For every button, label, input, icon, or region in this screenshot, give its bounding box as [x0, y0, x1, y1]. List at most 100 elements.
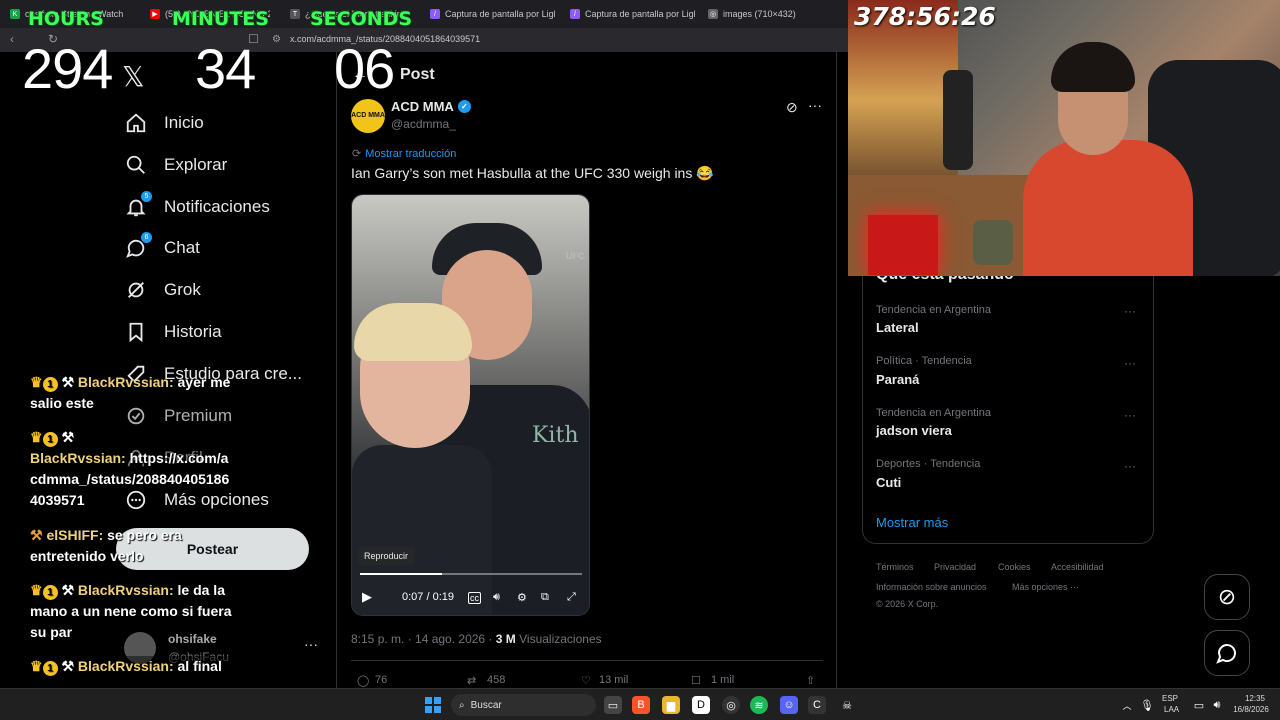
webcam-scene [1023, 140, 1193, 276]
folder-icon[interactable]: ▆ [662, 696, 680, 714]
video-player[interactable]: UFC Kith Reproducir ▶ 0:07 / 0:19 cc 🔊︎ … [351, 194, 590, 616]
footer-link[interactable]: Términos [876, 562, 914, 572]
search-icon [124, 153, 148, 177]
app-icon[interactable]: C [808, 696, 826, 714]
youtube-icon: ▶ [150, 9, 160, 19]
post-meta: 8:15 p. m. · 14 ago. 2026 · 3 M Visualiz… [351, 632, 602, 646]
trend-item[interactable]: jadson viera [876, 423, 952, 438]
discord-icon[interactable]: ☺ [780, 696, 798, 714]
fullscreen-icon[interactable]: ⤢ [567, 591, 576, 604]
like-icon[interactable]: ♡ [581, 674, 591, 687]
captions-icon[interactable]: cc [468, 592, 481, 604]
repost-count: 458 [487, 674, 506, 686]
replay-label[interactable]: Reproducir [358, 547, 415, 565]
footer-link[interactable]: Cookies [998, 562, 1031, 572]
search-icon: ⌕ [459, 699, 465, 711]
pip-icon[interactable]: ⧉ [541, 591, 549, 604]
sidebar-item-historia[interactable]: Historia [124, 317, 222, 347]
play-icon[interactable]: ▶ [362, 589, 372, 605]
more-dots-icon[interactable]: ··· [1124, 408, 1136, 422]
page-title: Post [400, 66, 435, 83]
messages-fab-button[interactable] [1204, 630, 1250, 676]
repost-icon[interactable]: ⇄ [467, 674, 476, 687]
bookmark-icon[interactable]: ☐ [691, 674, 701, 687]
more-dots-icon[interactable]: ··· [1124, 304, 1136, 318]
browser-tab[interactable]: ◎ images (710×432) [708, 4, 828, 24]
translate-link[interactable]: ⟳ Mostrar traducción [352, 147, 456, 161]
sidebar-item-grok[interactable]: Grok [124, 275, 201, 305]
clock-time[interactable]: 12:35 [1240, 694, 1270, 703]
sidebar-item-explorar[interactable]: Explorar [124, 150, 227, 180]
footer-link[interactable]: Accesibilidad [1051, 562, 1104, 572]
chat-message: ♛ 1 ⚒ BlackRvssian: le da la mano a un ne… [30, 580, 235, 643]
app-icon[interactable]: D [692, 696, 710, 714]
page-icon: T [290, 9, 300, 19]
address-bar[interactable]: ‹ ↻ ☐ ⚙ x.com/acdmma_/status/20884040518… [0, 28, 848, 52]
webcam-feed [848, 0, 1280, 276]
chevron-up-icon[interactable]: ︿ [1118, 696, 1136, 714]
keyboard-layout[interactable]: LAA [1164, 705, 1179, 714]
sidebar-item-chat[interactable]: 6 Chat [124, 232, 200, 263]
skull-icon[interactable]: ☠ [838, 696, 856, 714]
pickaxe-icon: ⚒ [61, 658, 75, 674]
reply-count: 76 [375, 674, 388, 686]
footer-link[interactable]: Más opciones ··· [1012, 582, 1079, 592]
chat-message: ⚒ elSHIFF: se pero era entretenido verlo [30, 525, 235, 567]
more-dots-icon[interactable]: ··· [1124, 459, 1136, 473]
steam-icon[interactable]: ◎ [722, 696, 740, 714]
footer-link[interactable]: Privacidad [934, 562, 976, 572]
back-icon[interactable]: ‹ [10, 32, 14, 46]
volume-icon[interactable]: 🔊︎ [1208, 696, 1226, 714]
spotify-icon[interactable]: ≋ [750, 696, 768, 714]
countdown-minutes-label: MINUTES [172, 8, 269, 30]
trend-item[interactable]: Cuti [876, 475, 901, 490]
display-icon[interactable]: ▭ [1190, 696, 1208, 714]
task-view-icon[interactable]: ▭ [604, 696, 622, 714]
bookmark-count: 1 mil [711, 674, 735, 686]
settings-icon[interactable]: ⚙ [517, 591, 527, 604]
more-dots-icon[interactable]: ··· [304, 636, 318, 652]
clock-date[interactable]: 16/8/2026 [1228, 705, 1274, 714]
webcam-scene [868, 215, 938, 275]
sidebar-item-inicio[interactable]: Inicio [124, 108, 204, 138]
author-name[interactable]: ACD MMA ✓ [391, 99, 471, 114]
trend-item[interactable]: Paraná [876, 372, 919, 387]
home-icon [124, 111, 148, 135]
kick-icon: K [10, 9, 20, 19]
chat-username: elSHIFF: [46, 527, 104, 543]
browser-tab-bar: Kohsifake Stream - Watch ▶ (59) TYD EN EL… [0, 0, 848, 28]
trend-item[interactable]: Lateral [876, 320, 919, 335]
show-more-link[interactable]: Mostrar más [876, 515, 948, 530]
sidebar-item-notificaciones[interactable]: 5 Notificaciones [124, 191, 270, 222]
countdown-seconds: 06 [334, 37, 395, 100]
author-avatar[interactable]: ACD MMA [351, 99, 385, 133]
share-icon[interactable]: ⇧ [806, 674, 815, 687]
video-progress-bar[interactable] [360, 573, 582, 575]
taskbar: ⌕ Buscar ▭ B ▆ D ◎ ≋ ☺ C ☠ ︿ 🎙︎ ESP LAA … [0, 688, 1280, 720]
webcam-scene [973, 220, 1013, 265]
brave-icon[interactable]: B [632, 696, 650, 714]
countdown-hours-label: HOURS [28, 8, 104, 30]
video-bg-text: UFC [566, 251, 585, 261]
grok-icon[interactable]: ⊘ [786, 99, 798, 116]
footer-link[interactable]: Información sobre anuncios [876, 582, 987, 592]
bell-icon: 5 [124, 191, 152, 219]
x-logo-icon[interactable]: 𝕏 [122, 60, 145, 93]
chat-username: BlackRvssian: [77, 582, 174, 598]
taskbar-search[interactable]: ⌕ Buscar [451, 694, 596, 716]
browser-tab[interactable]: / Captura de pantalla por Light [570, 4, 695, 24]
author-handle[interactable]: @acdmma_ [391, 117, 456, 131]
reply-icon[interactable]: ◯ [357, 674, 369, 687]
chat-username: BlackRvssian: [77, 374, 174, 390]
like-count: 13 mil [599, 674, 629, 686]
volume-icon[interactable]: 🔊︎ [493, 591, 500, 604]
more-dots-icon[interactable]: ··· [1124, 356, 1136, 370]
keyboard-language[interactable]: ESP [1162, 694, 1178, 703]
more-dots-icon[interactable]: ··· [808, 97, 822, 113]
windows-start-icon[interactable] [424, 696, 442, 714]
pickaxe-icon: ⚒ [61, 582, 75, 598]
grok-fab-button[interactable]: ⊘ [1204, 574, 1250, 620]
microphone-icon[interactable]: 🎙︎ [1138, 696, 1156, 714]
browser-tab[interactable]: / Captura de pantalla por Light [430, 4, 555, 24]
site-settings-icon[interactable]: ⚙ [272, 34, 281, 45]
